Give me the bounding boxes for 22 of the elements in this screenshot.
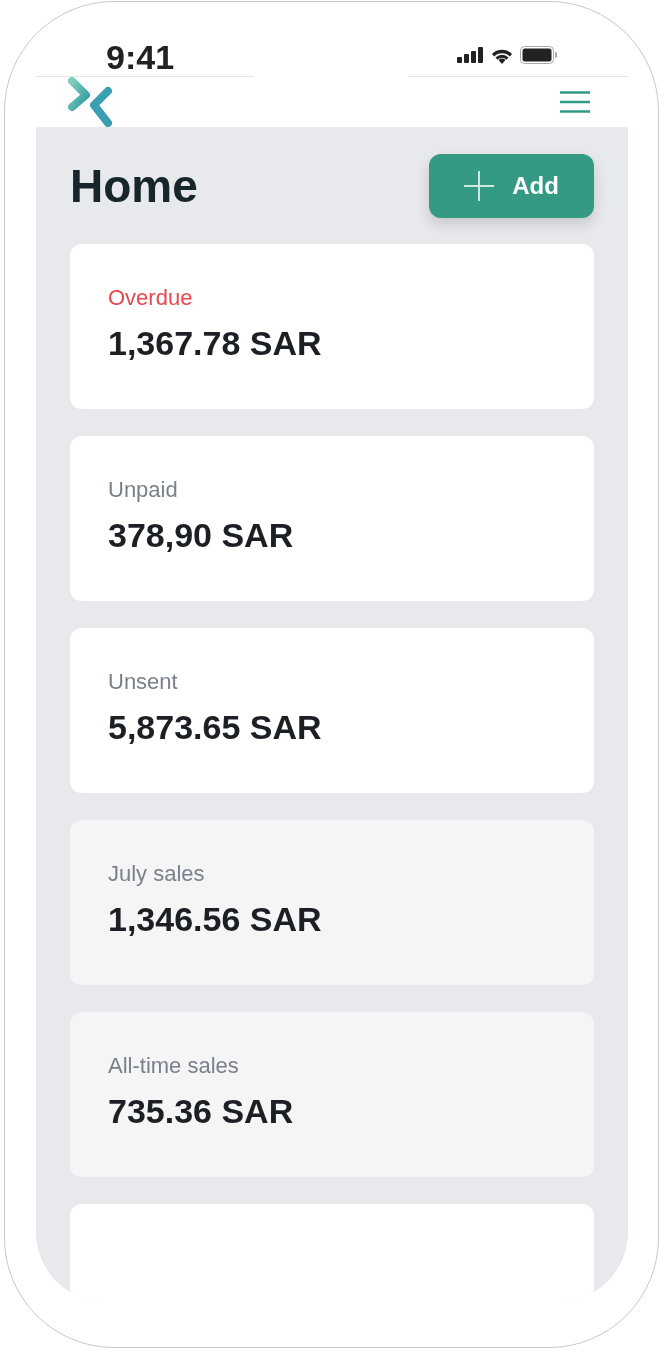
summary-card[interactable]: Unpaid 378,90 SAR [70,436,594,601]
card-label: Unpaid [108,476,179,504]
summary-card[interactable]: July sales 1,346.56 SAR [70,820,594,985]
menu-icon[interactable] [560,91,590,113]
card-label: Overdue [108,284,194,312]
card-amount: 378,90 SAR [108,514,295,556]
card-amount: 5,873.65 SAR [108,706,323,748]
summary-card[interactable]: All-time sales 735.36 SAR [70,1012,594,1177]
status-time: 9:41 [106,40,175,74]
battery-icon [520,46,558,64]
plus-icon [464,171,495,201]
summary-card[interactable]: Overdue 1,367.78 SAR [70,244,594,409]
card-amount: 1,346.56 SAR [108,898,323,940]
card-label: July sales [108,860,206,888]
summary-card[interactable]: Unsent 5,873.65 SAR [70,628,594,793]
card-amount: 735.36 SAR [108,1090,295,1132]
card-label: Unsent [108,668,179,696]
signal-icon [457,47,484,63]
card-label: All-time sales [108,1052,240,1080]
page-title: Home [70,163,198,209]
logo-icon [68,77,114,127]
card-amount: 1,367.78 SAR [108,322,323,364]
